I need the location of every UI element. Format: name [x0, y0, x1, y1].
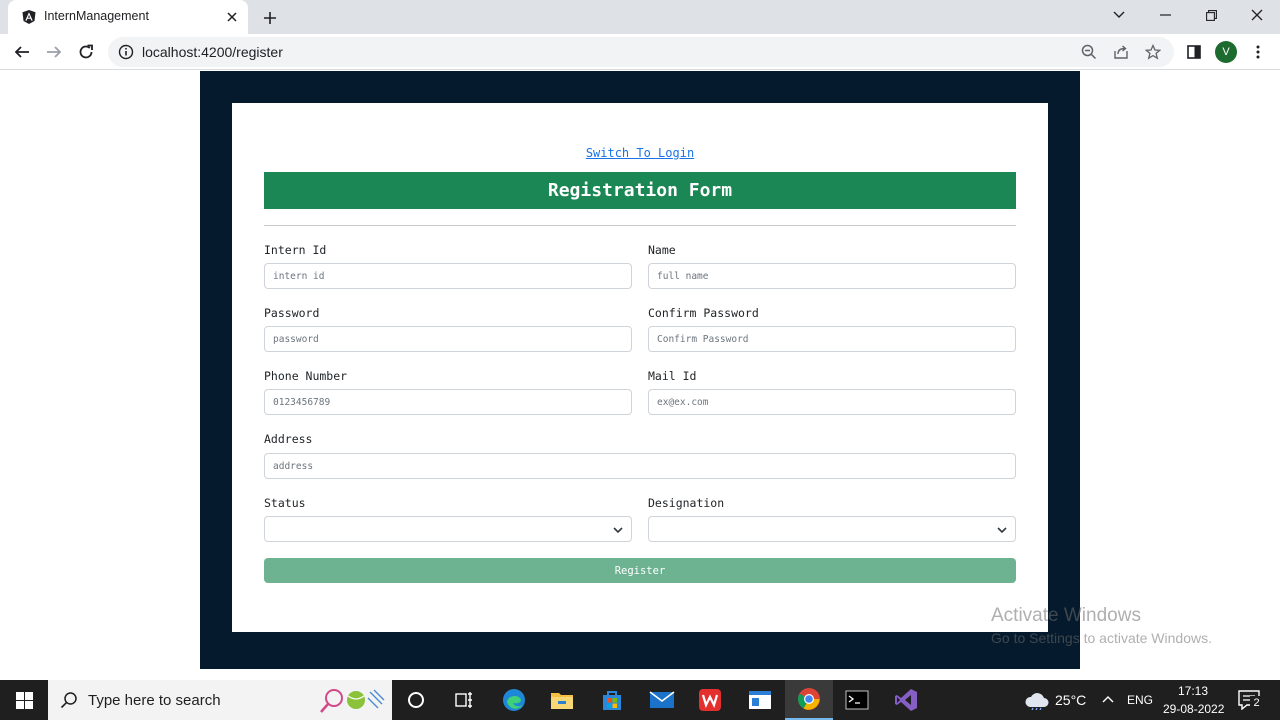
- minimize-icon[interactable]: [1142, 0, 1188, 30]
- chrome-icon[interactable]: [785, 680, 833, 720]
- more-menu-icon[interactable]: [1248, 42, 1268, 62]
- clock-time[interactable]: 17:13: [1178, 684, 1208, 698]
- intern-id-input[interactable]: [264, 263, 632, 289]
- browser-tab[interactable]: InternManagement: [8, 0, 248, 34]
- password-label: Password: [264, 306, 320, 320]
- status-label: Status: [264, 496, 306, 510]
- angular-icon: [22, 10, 36, 24]
- windows-taskbar: Type here to search 25°C ENG 17:13 29-08…: [0, 680, 1280, 720]
- search-icon: [60, 692, 77, 709]
- edge-icon[interactable]: [490, 680, 538, 720]
- address-bar[interactable]: localhost:4200/register: [108, 37, 1174, 67]
- new-tab-icon[interactable]: [258, 6, 282, 30]
- file-explorer-icon[interactable]: [538, 680, 586, 720]
- search-highlight-icon: [320, 689, 385, 713]
- switch-to-login-link[interactable]: Switch To Login: [232, 146, 1048, 160]
- chevron-down-icon: [997, 527, 1007, 534]
- zoom-icon[interactable]: [1080, 43, 1098, 61]
- intern-id-label: Intern Id: [264, 243, 327, 257]
- password-input[interactable]: [264, 326, 632, 352]
- cortana-icon[interactable]: [392, 680, 440, 720]
- browser-toolbar: localhost:4200/register V: [0, 34, 1280, 70]
- app-window-icon[interactable]: [736, 680, 784, 720]
- reload-icon[interactable]: [72, 38, 100, 66]
- back-icon[interactable]: [8, 38, 36, 66]
- restore-icon[interactable]: [1188, 0, 1234, 30]
- name-label: Name: [648, 243, 676, 257]
- clock-date[interactable]: 29-08-2022: [1163, 702, 1224, 716]
- phone-label: Phone Number: [264, 369, 348, 383]
- designation-label: Designation: [648, 496, 725, 510]
- notification-count: 2: [1250, 696, 1263, 710]
- site-info-icon[interactable]: [118, 44, 134, 60]
- visual-studio-icon[interactable]: [882, 680, 930, 720]
- name-input[interactable]: [648, 263, 1016, 289]
- close-window-icon[interactable]: [1234, 0, 1280, 30]
- mail-input[interactable]: [648, 389, 1016, 415]
- notification-icon[interactable]: 2: [1238, 690, 1264, 712]
- tab-title: InternManagement: [44, 9, 149, 23]
- windows-start-icon[interactable]: [0, 680, 48, 720]
- bookmark-star-icon[interactable]: [1144, 43, 1162, 61]
- address-input[interactable]: [264, 453, 1016, 479]
- activate-windows-subtitle: Go to Settings to activate Windows.: [991, 630, 1212, 646]
- search-placeholder: Type here to search: [88, 692, 221, 709]
- share-icon[interactable]: [1112, 43, 1130, 61]
- wps-office-icon[interactable]: [686, 680, 734, 720]
- confirm-password-label: Confirm Password: [648, 306, 759, 320]
- chevron-up-icon[interactable]: [1101, 692, 1115, 706]
- divider: [264, 225, 1016, 226]
- language-indicator[interactable]: ENG: [1127, 693, 1153, 707]
- temperature-text[interactable]: 25°C: [1055, 692, 1086, 708]
- activate-windows-title: Activate Windows: [991, 605, 1141, 626]
- microsoft-store-icon[interactable]: [588, 680, 636, 720]
- phone-input[interactable]: [264, 389, 632, 415]
- side-panel-icon[interactable]: [1184, 42, 1204, 62]
- url-text: localhost:4200/register: [142, 44, 283, 60]
- designation-select[interactable]: [648, 516, 1016, 542]
- form-title: Registration Form: [264, 172, 1016, 209]
- close-tab-icon[interactable]: [222, 7, 242, 27]
- taskbar-search-box[interactable]: Type here to search: [48, 680, 392, 720]
- address-label: Address: [264, 432, 313, 446]
- confirm-password-input[interactable]: [648, 326, 1016, 352]
- task-view-icon[interactable]: [440, 680, 488, 720]
- status-select[interactable]: [264, 516, 632, 542]
- tab-strip: InternManagement: [0, 0, 1280, 34]
- registration-card: Switch To Login Registration Form Intern…: [232, 103, 1048, 632]
- mail-icon[interactable]: [638, 680, 686, 720]
- forward-icon[interactable]: [40, 38, 68, 66]
- tab-search-icon[interactable]: [1096, 0, 1142, 30]
- profile-avatar[interactable]: V: [1215, 41, 1237, 63]
- mail-label: Mail Id: [648, 369, 697, 383]
- register-button[interactable]: Register: [264, 558, 1016, 583]
- terminal-icon[interactable]: [833, 680, 881, 720]
- weather-icon[interactable]: [1024, 690, 1050, 711]
- chevron-down-icon: [613, 527, 623, 534]
